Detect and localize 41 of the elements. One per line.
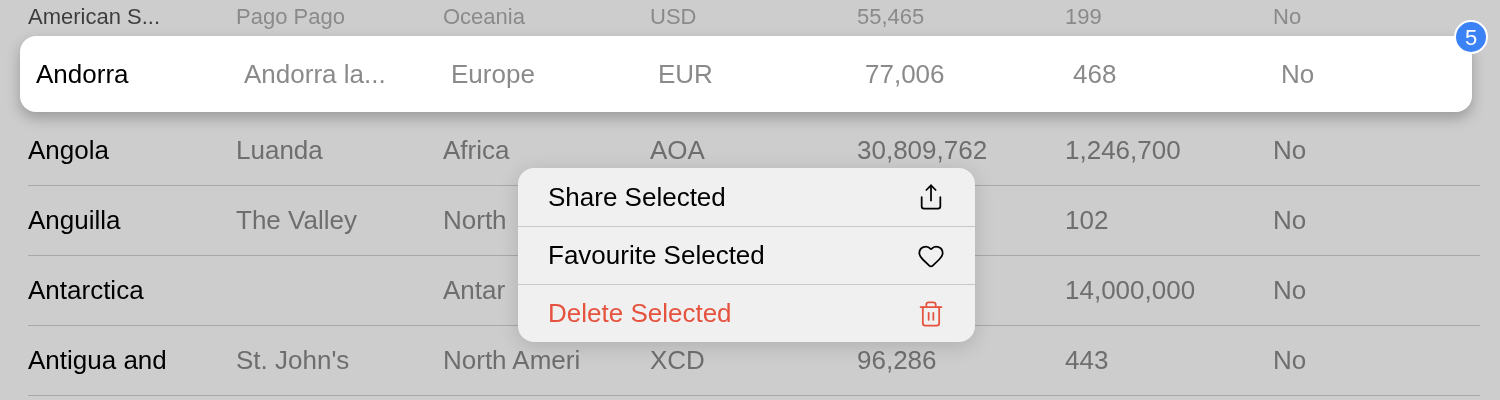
area-value: 14,000,000: [1065, 275, 1196, 305]
continent-name: North Ameri: [443, 345, 581, 375]
flag-value: No: [1273, 4, 1302, 29]
population-value: 30,809,762: [857, 135, 988, 165]
menu-item[interactable]: Share Selected: [518, 168, 975, 226]
count-badge: 5: [1454, 20, 1488, 54]
country-name: American S...: [28, 4, 161, 29]
flag-value: No: [1273, 135, 1307, 165]
country-name: Angola: [28, 135, 109, 165]
continent-name: North: [443, 205, 507, 235]
country-name: Antigua and: [28, 345, 167, 375]
area-value: 443: [1065, 345, 1109, 375]
currency-code: USD: [650, 4, 697, 29]
population-value: 77,006: [865, 58, 945, 89]
capital-name: St. John's: [236, 345, 350, 375]
area-value: 102: [1065, 205, 1109, 235]
population-value: 55,465: [857, 4, 925, 29]
country-name: Andorra: [36, 58, 129, 89]
capital-name: Pago Pago: [236, 4, 345, 29]
menu-item[interactable]: Favourite Selected: [518, 226, 975, 284]
capital-name: The Valley: [236, 205, 357, 235]
flag-value: No: [1273, 345, 1307, 375]
currency-code: XCD: [650, 345, 705, 375]
area-value: 468: [1073, 58, 1117, 89]
area-value: 1,246,700: [1065, 135, 1181, 165]
flag-value: No: [1273, 205, 1307, 235]
continent-name: Oceania: [443, 4, 525, 29]
trash-icon: [917, 299, 945, 328]
country-name: Anguilla: [28, 205, 121, 235]
continent-name: Africa: [443, 135, 510, 165]
currency-code: EUR: [658, 58, 713, 89]
currency-code: AOA: [650, 135, 705, 165]
continent-name: Europe: [451, 58, 535, 89]
area-value: 199: [1065, 4, 1102, 29]
continent-name: Antar: [443, 275, 506, 305]
country-name: Antarctica: [28, 275, 144, 305]
capital-name: Andorra la...: [244, 58, 386, 89]
flag-value: No: [1273, 275, 1307, 305]
population-value: 96,286: [857, 345, 937, 375]
flag-value: No: [1281, 58, 1315, 89]
capital-name: Luanda: [236, 135, 323, 165]
